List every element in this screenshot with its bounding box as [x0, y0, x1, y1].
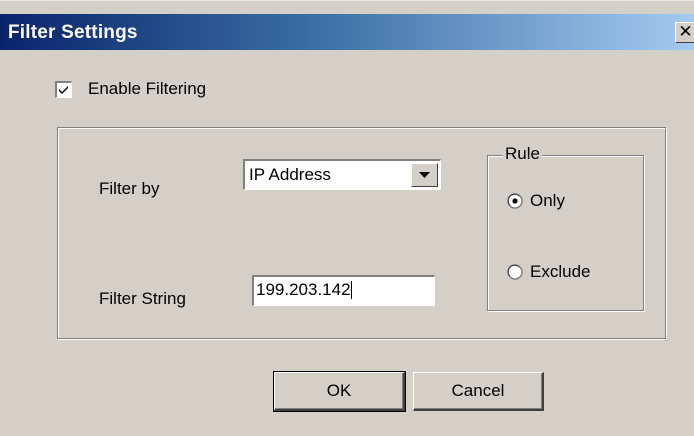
radio-exclude[interactable] [507, 264, 523, 280]
filter-by-selected: IP Address [249, 165, 331, 184]
close-button[interactable]: ✕ [675, 22, 694, 43]
enable-filtering-checkbox[interactable] [55, 81, 72, 98]
close-icon: ✕ [678, 22, 693, 42]
filter-string-value: 199.203.142 [256, 280, 351, 299]
title-bar[interactable]: Filter Settings ✕ [0, 14, 694, 50]
radio-exclude-label[interactable]: Exclude [530, 262, 590, 282]
rule-legend: Rule [503, 144, 542, 164]
filter-settings-dialog: Filter Settings ✕ Enable Filtering Filte… [0, 0, 694, 436]
filter-string-input[interactable]: 199.203.142 [252, 275, 435, 306]
check-icon [59, 86, 68, 94]
cancel-button[interactable]: Cancel [413, 372, 544, 411]
rule-group-box [487, 155, 644, 311]
text-caret [350, 281, 352, 299]
filter-by-dropdown[interactable]: IP Address [243, 159, 441, 190]
enable-filtering-label[interactable]: Enable Filtering [88, 79, 206, 99]
ok-button[interactable]: OK [273, 371, 406, 412]
window-title: Filter Settings [8, 22, 138, 43]
radio-only-label[interactable]: Only [530, 191, 565, 211]
filter-string-label: Filter String [99, 289, 186, 308]
radio-only[interactable] [507, 193, 523, 209]
chevron-down-icon [419, 172, 430, 178]
filter-by-label: Filter by [99, 179, 160, 198]
dropdown-button[interactable] [411, 163, 438, 187]
